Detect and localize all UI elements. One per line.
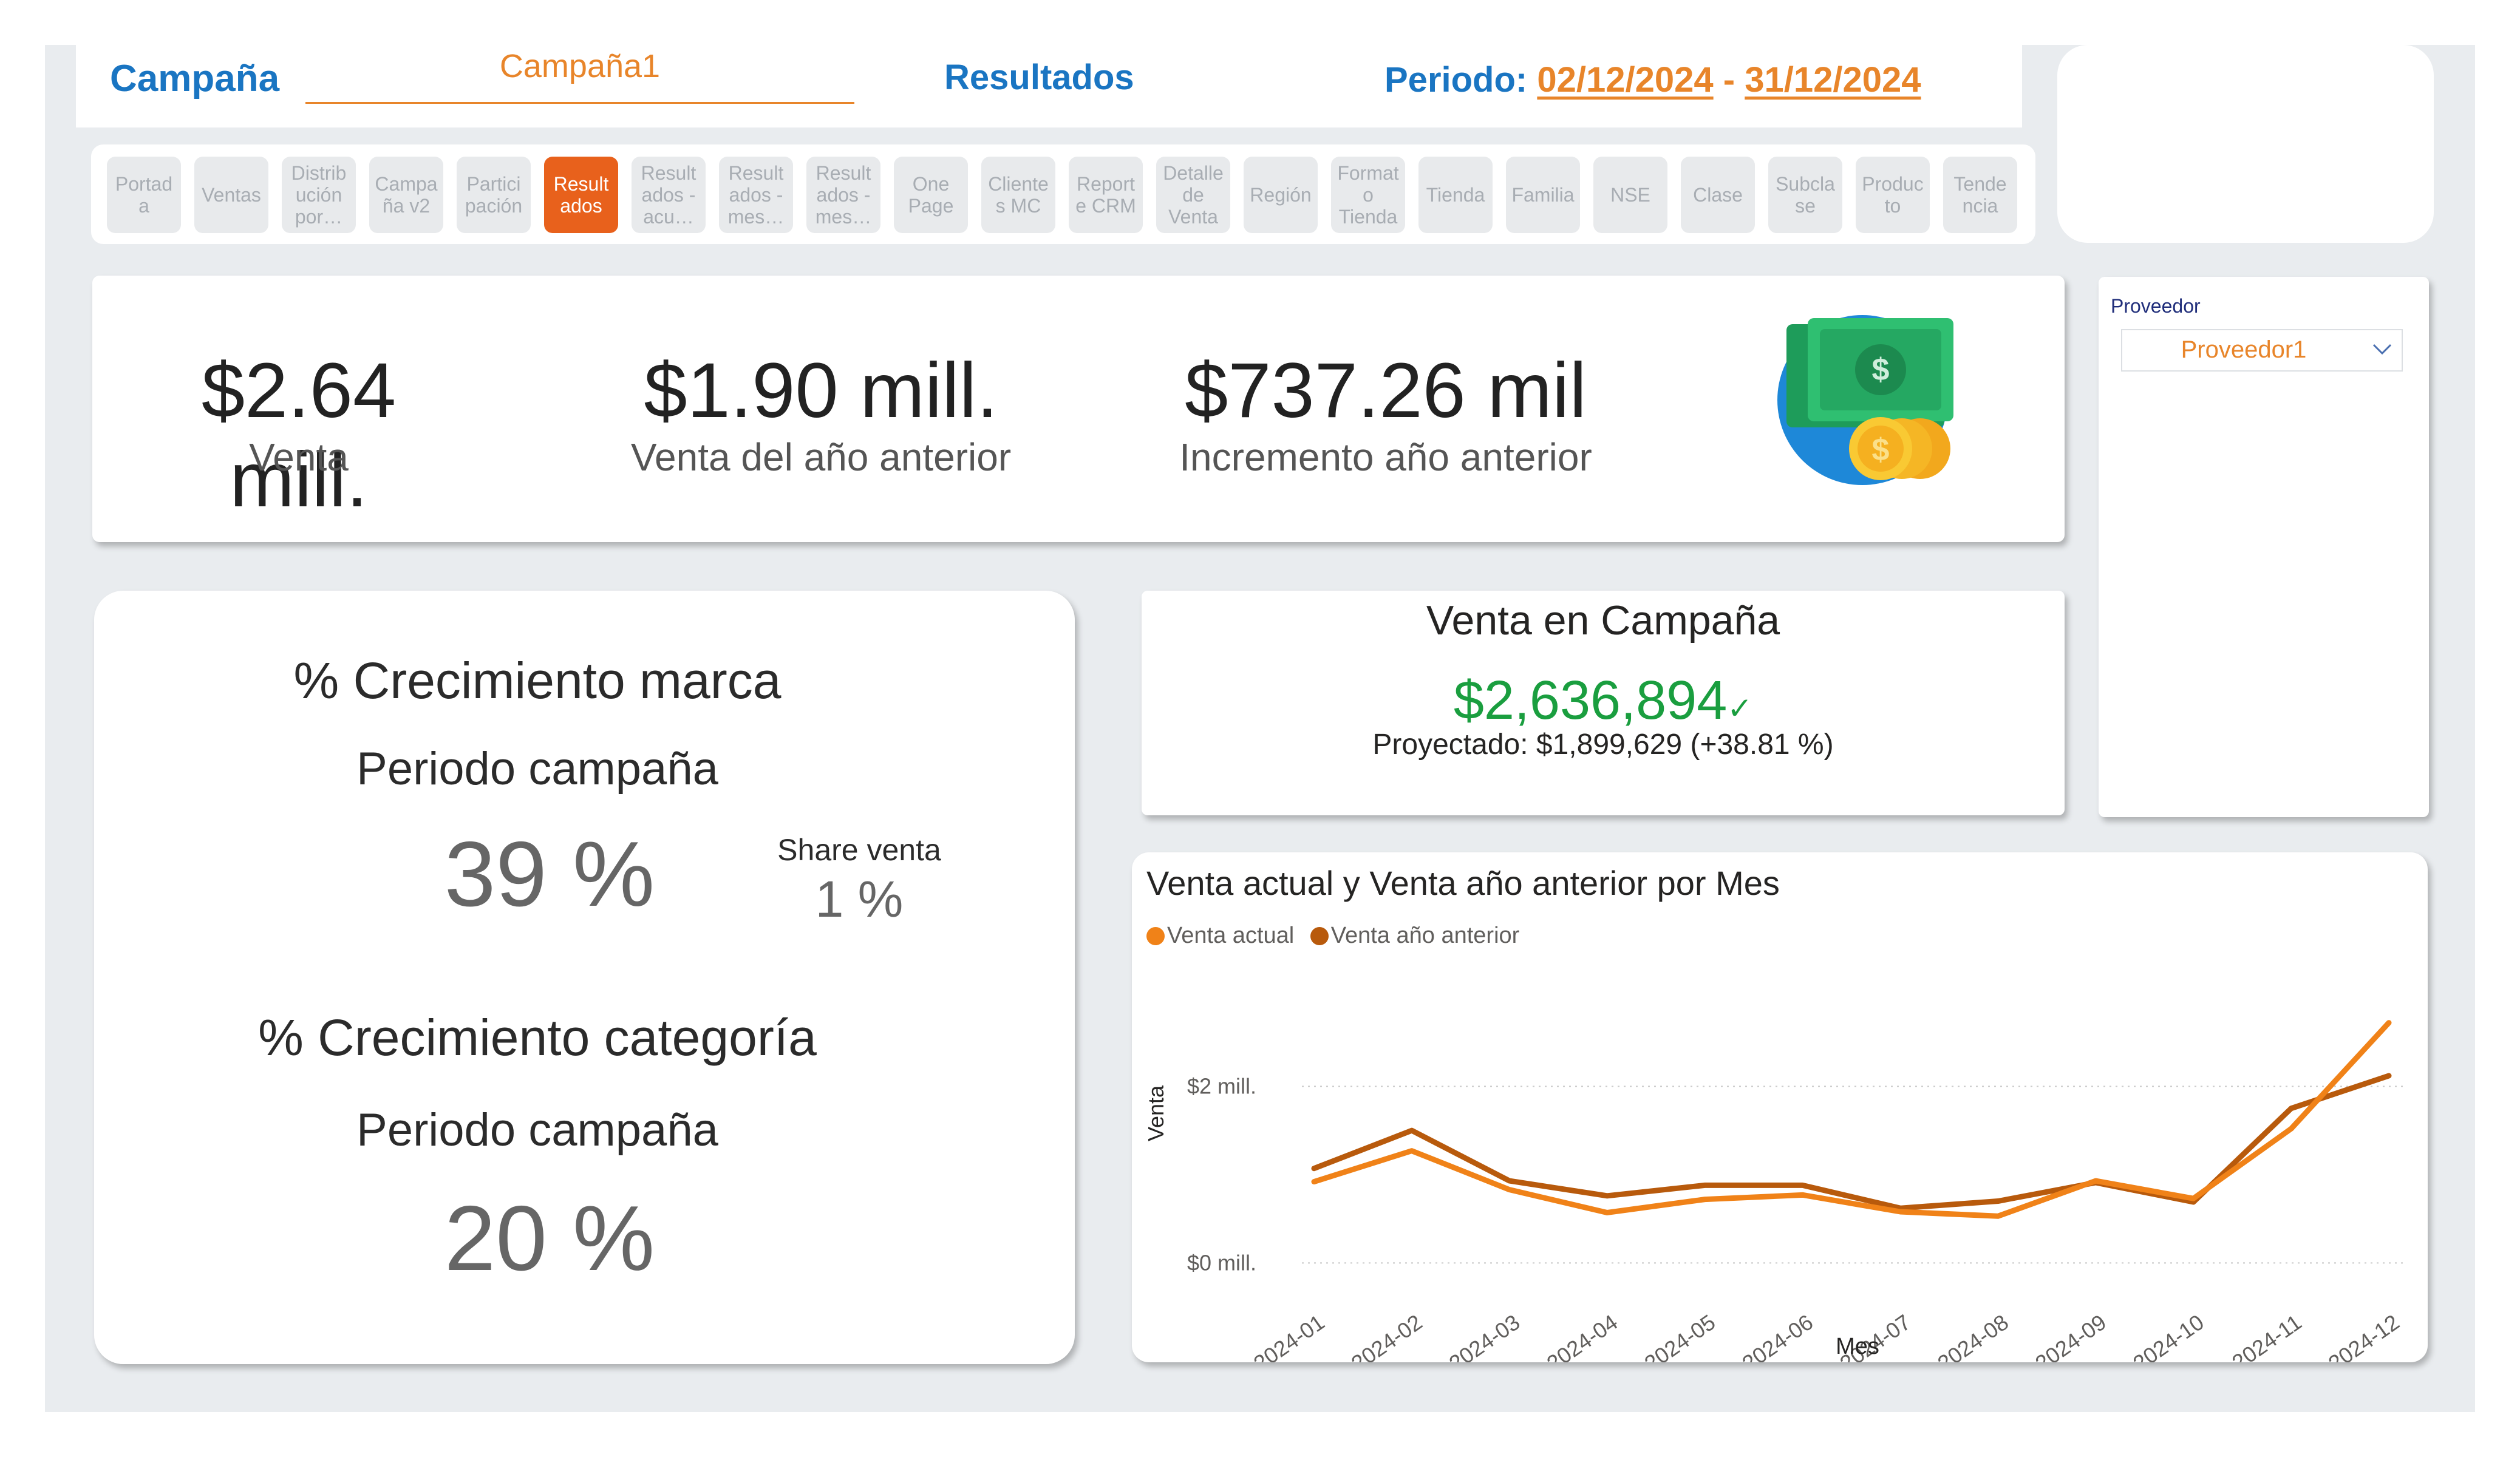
nav-button-5[interactable]: Result ados	[544, 157, 618, 233]
nav-button-18[interactable]: Clase	[1681, 157, 1755, 233]
kpi-prev-label: Venta del año anterior	[630, 435, 1012, 479]
campaign-sales-projected: Proyectado: $1,899,629 (+38.81 %)	[1372, 728, 1834, 761]
top-right-panel	[2057, 45, 2434, 243]
period-label: Periodo:	[1384, 60, 1528, 100]
nav-button-8[interactable]: Result ados - mes…	[806, 157, 880, 233]
nav-button-9[interactable]: One Page	[894, 157, 968, 233]
period-row: Periodo: 02/12/2024 - 31/12/2024	[1384, 59, 1921, 100]
sales-chart-card: Venta actual y Venta año anterior por Me…	[1132, 852, 2428, 1362]
nav-button-4[interactable]: Partici pación	[457, 157, 531, 233]
brand-growth-title: % Crecimiento marca	[293, 652, 782, 709]
kpi-card: $2.64 mill. Venta $1.90 mill. Venta del …	[92, 276, 2065, 542]
chevron-down-icon	[2372, 344, 2392, 355]
nav-button-14[interactable]: Format o Tienda	[1331, 157, 1405, 233]
kpi-increment-value: $737.26 mil	[1185, 347, 1587, 434]
category-growth-period: Periodo campaña	[356, 1104, 718, 1156]
campaign-sales-value-row: $2,636,894✓	[1142, 670, 2065, 732]
category-growth-title: % Crecimiento categoría	[258, 1009, 817, 1066]
results-title: Resultados	[944, 58, 1134, 97]
x-tick-label: 2024-12	[2324, 1309, 2404, 1362]
svg-text:$: $	[1872, 352, 1890, 387]
header-bar: Campaña Campaña1 Resultados Periodo: 02/…	[76, 45, 2022, 127]
period-end-date[interactable]: 31/12/2024	[1745, 60, 1921, 100]
nav-button-21[interactable]: Tende ncia	[1943, 157, 2017, 233]
share-venta-label: Share venta	[777, 833, 941, 867]
category-growth-value: 20 %	[444, 1187, 655, 1290]
provider-label: Proveedor	[2111, 295, 2201, 317]
y-tick-label: $2 mill.	[1187, 1073, 1256, 1098]
y-axis-label: Venta	[1143, 1085, 1168, 1141]
money-coins-icon: $ $	[1777, 315, 1953, 485]
provider-value: Proveedor1	[2181, 336, 2307, 363]
nav-button-19[interactable]: Subcla se	[1768, 157, 1842, 233]
series-line-previous	[1311, 1073, 2392, 1211]
campaign-label: Campaña	[110, 58, 280, 100]
nav-button-20[interactable]: Produc to	[1856, 157, 1930, 233]
nav-button-17[interactable]: NSE	[1593, 157, 1667, 233]
nav-button-0[interactable]: Portad a	[107, 157, 181, 233]
campaign-value: Campaña1	[499, 48, 661, 84]
growth-card: % Crecimiento marca Periodo campaña 39 %…	[94, 591, 1075, 1364]
nav-button-6[interactable]: Result ados - acu…	[632, 157, 706, 233]
nav-button-16[interactable]: Familia	[1506, 157, 1580, 233]
share-venta-value: 1 %	[815, 871, 904, 928]
campaign-selector[interactable]: Campaña1	[305, 45, 854, 104]
nav-button-12[interactable]: Detalle de Venta	[1156, 157, 1230, 233]
kpi-venta-label: Venta	[249, 435, 349, 479]
campaign-sales-value: $2,636,894	[1453, 670, 1728, 731]
nav-button-7[interactable]: Result ados - mes…	[719, 157, 793, 233]
brand-growth-value: 39 %	[444, 823, 655, 926]
x-tick-label: 2024-11	[2227, 1309, 2306, 1362]
campaign-sales-card: Venta en Campaña $2,636,894✓ Proyectado:…	[1142, 591, 2065, 815]
nav-button-2[interactable]: Distrib ución por…	[282, 157, 356, 233]
page-navigation: Portad a Ventas Distrib ución por… Campa ña…	[91, 144, 2035, 244]
period-start-date[interactable]: 02/12/2024	[1537, 60, 1713, 100]
brand-growth-period: Periodo campaña	[356, 743, 718, 795]
x-tick-label: 2024-02	[1347, 1309, 1427, 1362]
nav-button-13[interactable]: Región	[1244, 157, 1318, 233]
nav-button-15[interactable]: Tienda	[1418, 157, 1493, 233]
kpi-increment-label: Incremento año anterior	[1179, 435, 1592, 479]
x-tick-label: 2024-03	[1445, 1309, 1525, 1362]
provider-dropdown[interactable]: Proveedor1	[2121, 329, 2403, 372]
nav-button-1[interactable]: Ventas	[194, 157, 268, 233]
x-tick-label: 2024-06	[1737, 1309, 1817, 1362]
nav-button-3[interactable]: Campa ña v2	[369, 157, 443, 233]
campaign-sales-title: Venta en Campaña	[1426, 597, 1780, 644]
x-axis-label: Mes	[1836, 1334, 1879, 1359]
svg-text:$: $	[1872, 432, 1890, 467]
check-icon: ✓	[1727, 691, 1753, 725]
x-tick-label: 2024-04	[1542, 1309, 1623, 1362]
nav-button-10[interactable]: Cliente s MC	[981, 157, 1055, 233]
kpi-prev-value: $1.90 mill.	[644, 347, 998, 434]
x-tick-label: 2024-01	[1249, 1309, 1329, 1362]
x-tick-label: 2024-08	[1933, 1309, 2013, 1362]
series-line-current	[1311, 1020, 2392, 1219]
period-separator: -	[1723, 60, 1735, 100]
y-tick-label: $0 mill.	[1187, 1250, 1256, 1275]
line-chart: $0 mill. $2 mill. Venta 2024-01 2024-02 2024-…	[1143, 1020, 2407, 1362]
x-tick-label: 2024-05	[1640, 1309, 1720, 1362]
nav-button-11[interactable]: Report e CRM	[1069, 157, 1143, 233]
x-tick-label: 2024-09	[2031, 1309, 2111, 1362]
x-tick-label: 2024-10	[2128, 1309, 2208, 1362]
provider-slicer: Proveedor Proveedor1	[2099, 277, 2429, 817]
